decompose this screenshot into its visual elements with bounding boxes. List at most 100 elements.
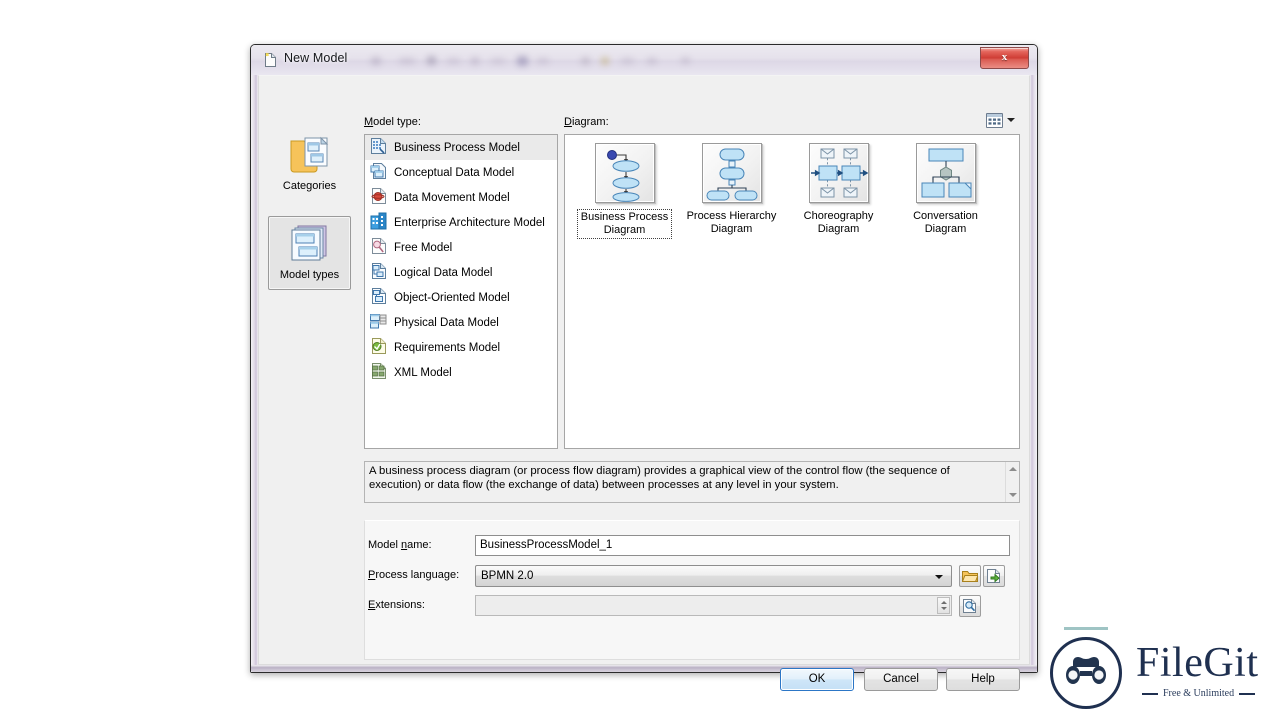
rail-item-model-types[interactable]: Model types xyxy=(268,216,351,290)
watermark-tagline-row: Free & Unlimited xyxy=(1142,688,1277,699)
rail-item-categories-label: Categories xyxy=(282,180,337,192)
model-name-input[interactable]: BusinessProcessModel_1 xyxy=(475,535,1010,556)
title-bar: New Model x xyxy=(251,45,1037,75)
list-item[interactable]: Enterprise Architecture Model xyxy=(365,210,557,235)
browse-extensions-button[interactable] xyxy=(959,595,981,617)
extensions-row: Extensions: xyxy=(365,595,1019,617)
browse-process-language-button[interactable] xyxy=(959,565,981,587)
conversation-diagram-thumb xyxy=(915,143,976,203)
extensions-input[interactable] xyxy=(475,595,952,616)
model-type-list[interactable]: Business Process Model Conceptual Data M… xyxy=(364,134,558,449)
magnifier-document-icon xyxy=(960,598,980,613)
diagram-item-caption: Business Process Diagram xyxy=(576,209,673,239)
close-icon: x xyxy=(1001,51,1008,63)
model-properties-group: Model name: BusinessProcessModel_1 Proce… xyxy=(364,520,1020,660)
diagram-item-business-process[interactable]: Business Process Diagram xyxy=(571,143,678,239)
free-model-icon xyxy=(370,237,387,258)
diagram-item-process-hierarchy[interactable]: Process Hierarchy Diagram xyxy=(678,143,785,239)
dialog-client-area: Categories Model types Model type: Diagr… xyxy=(258,75,1030,691)
tagline-rule-left xyxy=(1142,692,1158,695)
watermark-accent-bar xyxy=(1064,627,1108,630)
chevron-down-icon xyxy=(935,575,943,579)
list-item[interactable]: XML Model xyxy=(365,360,557,385)
description-box: A business process diagram (or process f… xyxy=(364,461,1020,503)
list-item-label: Object-Oriented Model xyxy=(394,291,510,304)
list-item-label: Enterprise Architecture Model xyxy=(394,216,545,229)
scroll-up-icon[interactable] xyxy=(1009,467,1017,471)
tagline-rule-right xyxy=(1239,692,1256,695)
diagram-item-caption: Process Hierarchy Diagram xyxy=(686,210,777,235)
folder-documents-icon xyxy=(288,134,332,177)
screen: New Model x Categories Model types Model… xyxy=(0,0,1280,720)
rail-item-categories[interactable]: Categories xyxy=(268,128,351,196)
folder-open-icon xyxy=(960,569,980,583)
diagram-item-choreography[interactable]: Choreography Diagram xyxy=(785,143,892,239)
filegit-watermark: FileGit Free & Unlimited xyxy=(1046,620,1274,710)
stepper-up-icon xyxy=(941,601,947,604)
chevron-down-icon xyxy=(1007,118,1015,122)
business-process-diagram-thumb xyxy=(594,143,655,203)
list-item-label: Requirements Model xyxy=(394,341,501,354)
stacked-windows-icon xyxy=(289,223,331,266)
list-item-label: Free Model xyxy=(394,241,453,254)
diagram-thumb-list: Business Process Diagram Process Hierarc… xyxy=(571,143,1015,239)
list-item[interactable]: Logical Data Model xyxy=(365,260,557,285)
list-item[interactable]: Business Process Model xyxy=(365,135,557,160)
list-item[interactable]: Requirements Model xyxy=(365,335,557,360)
list-item[interactable]: Data Movement Model xyxy=(365,185,557,210)
list-item[interactable]: Object-Oriented Model xyxy=(365,285,557,310)
list-item-label: Business Process Model xyxy=(394,141,520,154)
list-view-icon xyxy=(986,112,1003,128)
diagram-item-caption: Choreography Diagram xyxy=(803,210,874,235)
window-title: New Model xyxy=(284,51,348,65)
physical-data-model-icon xyxy=(370,312,387,333)
watermark-name: FileGit xyxy=(1136,640,1259,686)
process-language-value: BPMN 2.0 xyxy=(481,570,534,582)
model-name-label: Model name: xyxy=(368,539,432,551)
cancel-button[interactable]: Cancel xyxy=(864,668,938,691)
import-process-language-button[interactable] xyxy=(983,565,1005,587)
process-language-row: Process language: BPMN 2.0 xyxy=(365,565,1019,587)
diagram-panel: Business Process Diagram Process Hierarc… xyxy=(564,134,1020,449)
extensions-stepper[interactable] xyxy=(937,597,950,614)
ok-button[interactable]: OK xyxy=(780,668,854,691)
requirements-model-icon xyxy=(370,337,387,358)
stepper-down-icon xyxy=(941,607,947,610)
rail-item-model-types-label: Model types xyxy=(279,269,340,281)
window-frame-left xyxy=(251,75,258,672)
scroll-down-icon[interactable] xyxy=(1009,493,1017,497)
description-scrollbar[interactable] xyxy=(1005,462,1019,502)
model-type-label: Model type: xyxy=(364,116,421,128)
help-button[interactable]: Help xyxy=(946,668,1020,691)
category-rail: Categories Model types xyxy=(268,128,351,358)
process-hierarchy-diagram-thumb xyxy=(701,143,762,203)
new-document-icon xyxy=(263,52,278,68)
diagram-item-conversation[interactable]: Conversation Diagram xyxy=(892,143,999,239)
list-item-label: XML Model xyxy=(394,366,452,379)
close-button[interactable]: x xyxy=(980,47,1029,69)
business-process-model-icon xyxy=(370,137,387,158)
data-movement-model-icon xyxy=(370,187,387,208)
process-language-label: Process language: xyxy=(368,569,460,581)
window-frame-right xyxy=(1030,75,1037,672)
logical-data-model-icon xyxy=(370,262,387,283)
watermark-tagline: Free & Unlimited xyxy=(1163,688,1235,699)
document-import-icon xyxy=(984,568,1004,583)
list-item-label: Logical Data Model xyxy=(394,266,493,279)
xml-model-icon xyxy=(370,362,387,383)
object-oriented-model-icon xyxy=(370,287,387,308)
view-mode-toggle[interactable] xyxy=(986,111,1021,129)
binoculars-icon xyxy=(1050,637,1122,709)
list-item-label: Data Movement Model xyxy=(394,191,510,204)
list-item[interactable]: Physical Data Model xyxy=(365,310,557,335)
process-language-select[interactable]: BPMN 2.0 xyxy=(475,565,952,587)
list-item-label: Conceptual Data Model xyxy=(394,166,515,179)
new-model-dialog: New Model x Categories Model types Model… xyxy=(250,44,1038,691)
list-item[interactable]: Conceptual Data Model xyxy=(365,160,557,185)
model-name-row: Model name: BusinessProcessModel_1 xyxy=(365,535,1019,557)
enterprise-architecture-model-icon xyxy=(370,212,387,233)
description-text: A business process diagram (or process f… xyxy=(369,465,950,491)
conceptual-data-model-icon xyxy=(370,162,387,183)
list-item-label: Physical Data Model xyxy=(394,316,499,329)
list-item[interactable]: Free Model xyxy=(365,235,557,260)
